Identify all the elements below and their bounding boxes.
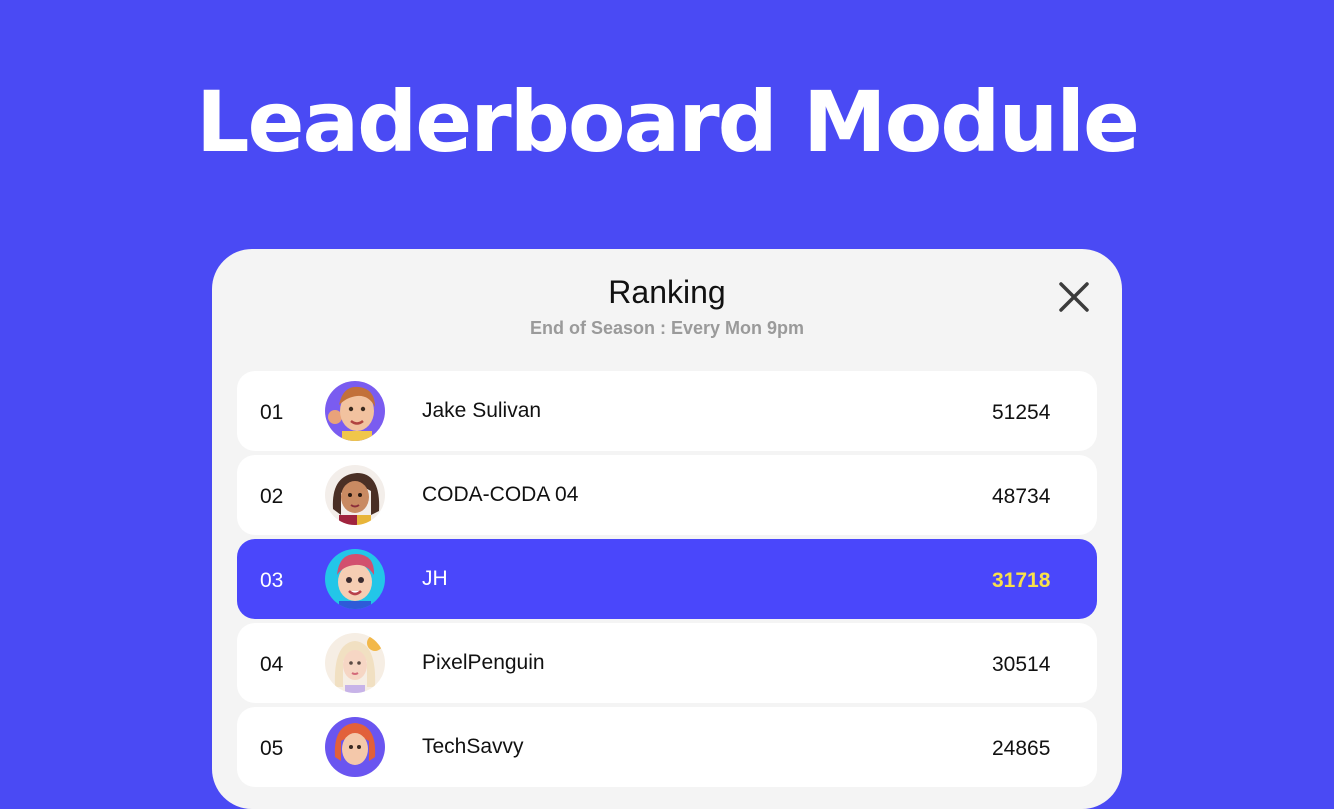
close-button[interactable]: [1054, 277, 1094, 317]
rank-number: 05: [260, 737, 284, 760]
rank-number: 01: [260, 401, 284, 424]
player-score: 51254: [992, 401, 1051, 424]
avatar-icon: [325, 717, 385, 777]
avatar-icon: [325, 549, 385, 609]
leaderboard-row[interactable]: 05 TechSavvy 24865: [237, 707, 1097, 787]
page-title: Leaderboard Module: [195, 73, 1140, 171]
player-name: CODA-CODA 04: [422, 483, 579, 506]
leaderboard-row[interactable]: 04 PixelPenguin 30514: [237, 623, 1097, 703]
rank-number: 02: [260, 485, 284, 508]
avatar-icon: [325, 381, 385, 441]
leaderboard-row-current-user[interactable]: 03 JH 31718: [237, 539, 1097, 619]
avatar-icon: [325, 465, 385, 525]
panel-title: Ranking: [608, 274, 726, 310]
player-score: 48734: [992, 485, 1051, 508]
close-icon: [1059, 282, 1089, 312]
avatar-icon: [325, 633, 385, 693]
player-name: PixelPenguin: [422, 651, 545, 674]
player-score: 30514: [992, 653, 1051, 676]
player-name: JH: [422, 567, 448, 590]
player-name: Jake Sulivan: [422, 399, 542, 422]
player-score: 24865: [992, 737, 1051, 760]
rank-number: 03: [260, 569, 284, 592]
rank-number: 04: [260, 653, 284, 676]
player-score: 31718: [992, 569, 1051, 592]
leaderboard-row[interactable]: 01 Jake Sulivan 51254: [237, 371, 1097, 451]
season-subtitle: End of Season : Every Mon 9pm: [529, 318, 805, 338]
leaderboard-row[interactable]: 02 CODA-CODA 04 48734: [237, 455, 1097, 535]
player-name: TechSavvy: [422, 735, 524, 758]
